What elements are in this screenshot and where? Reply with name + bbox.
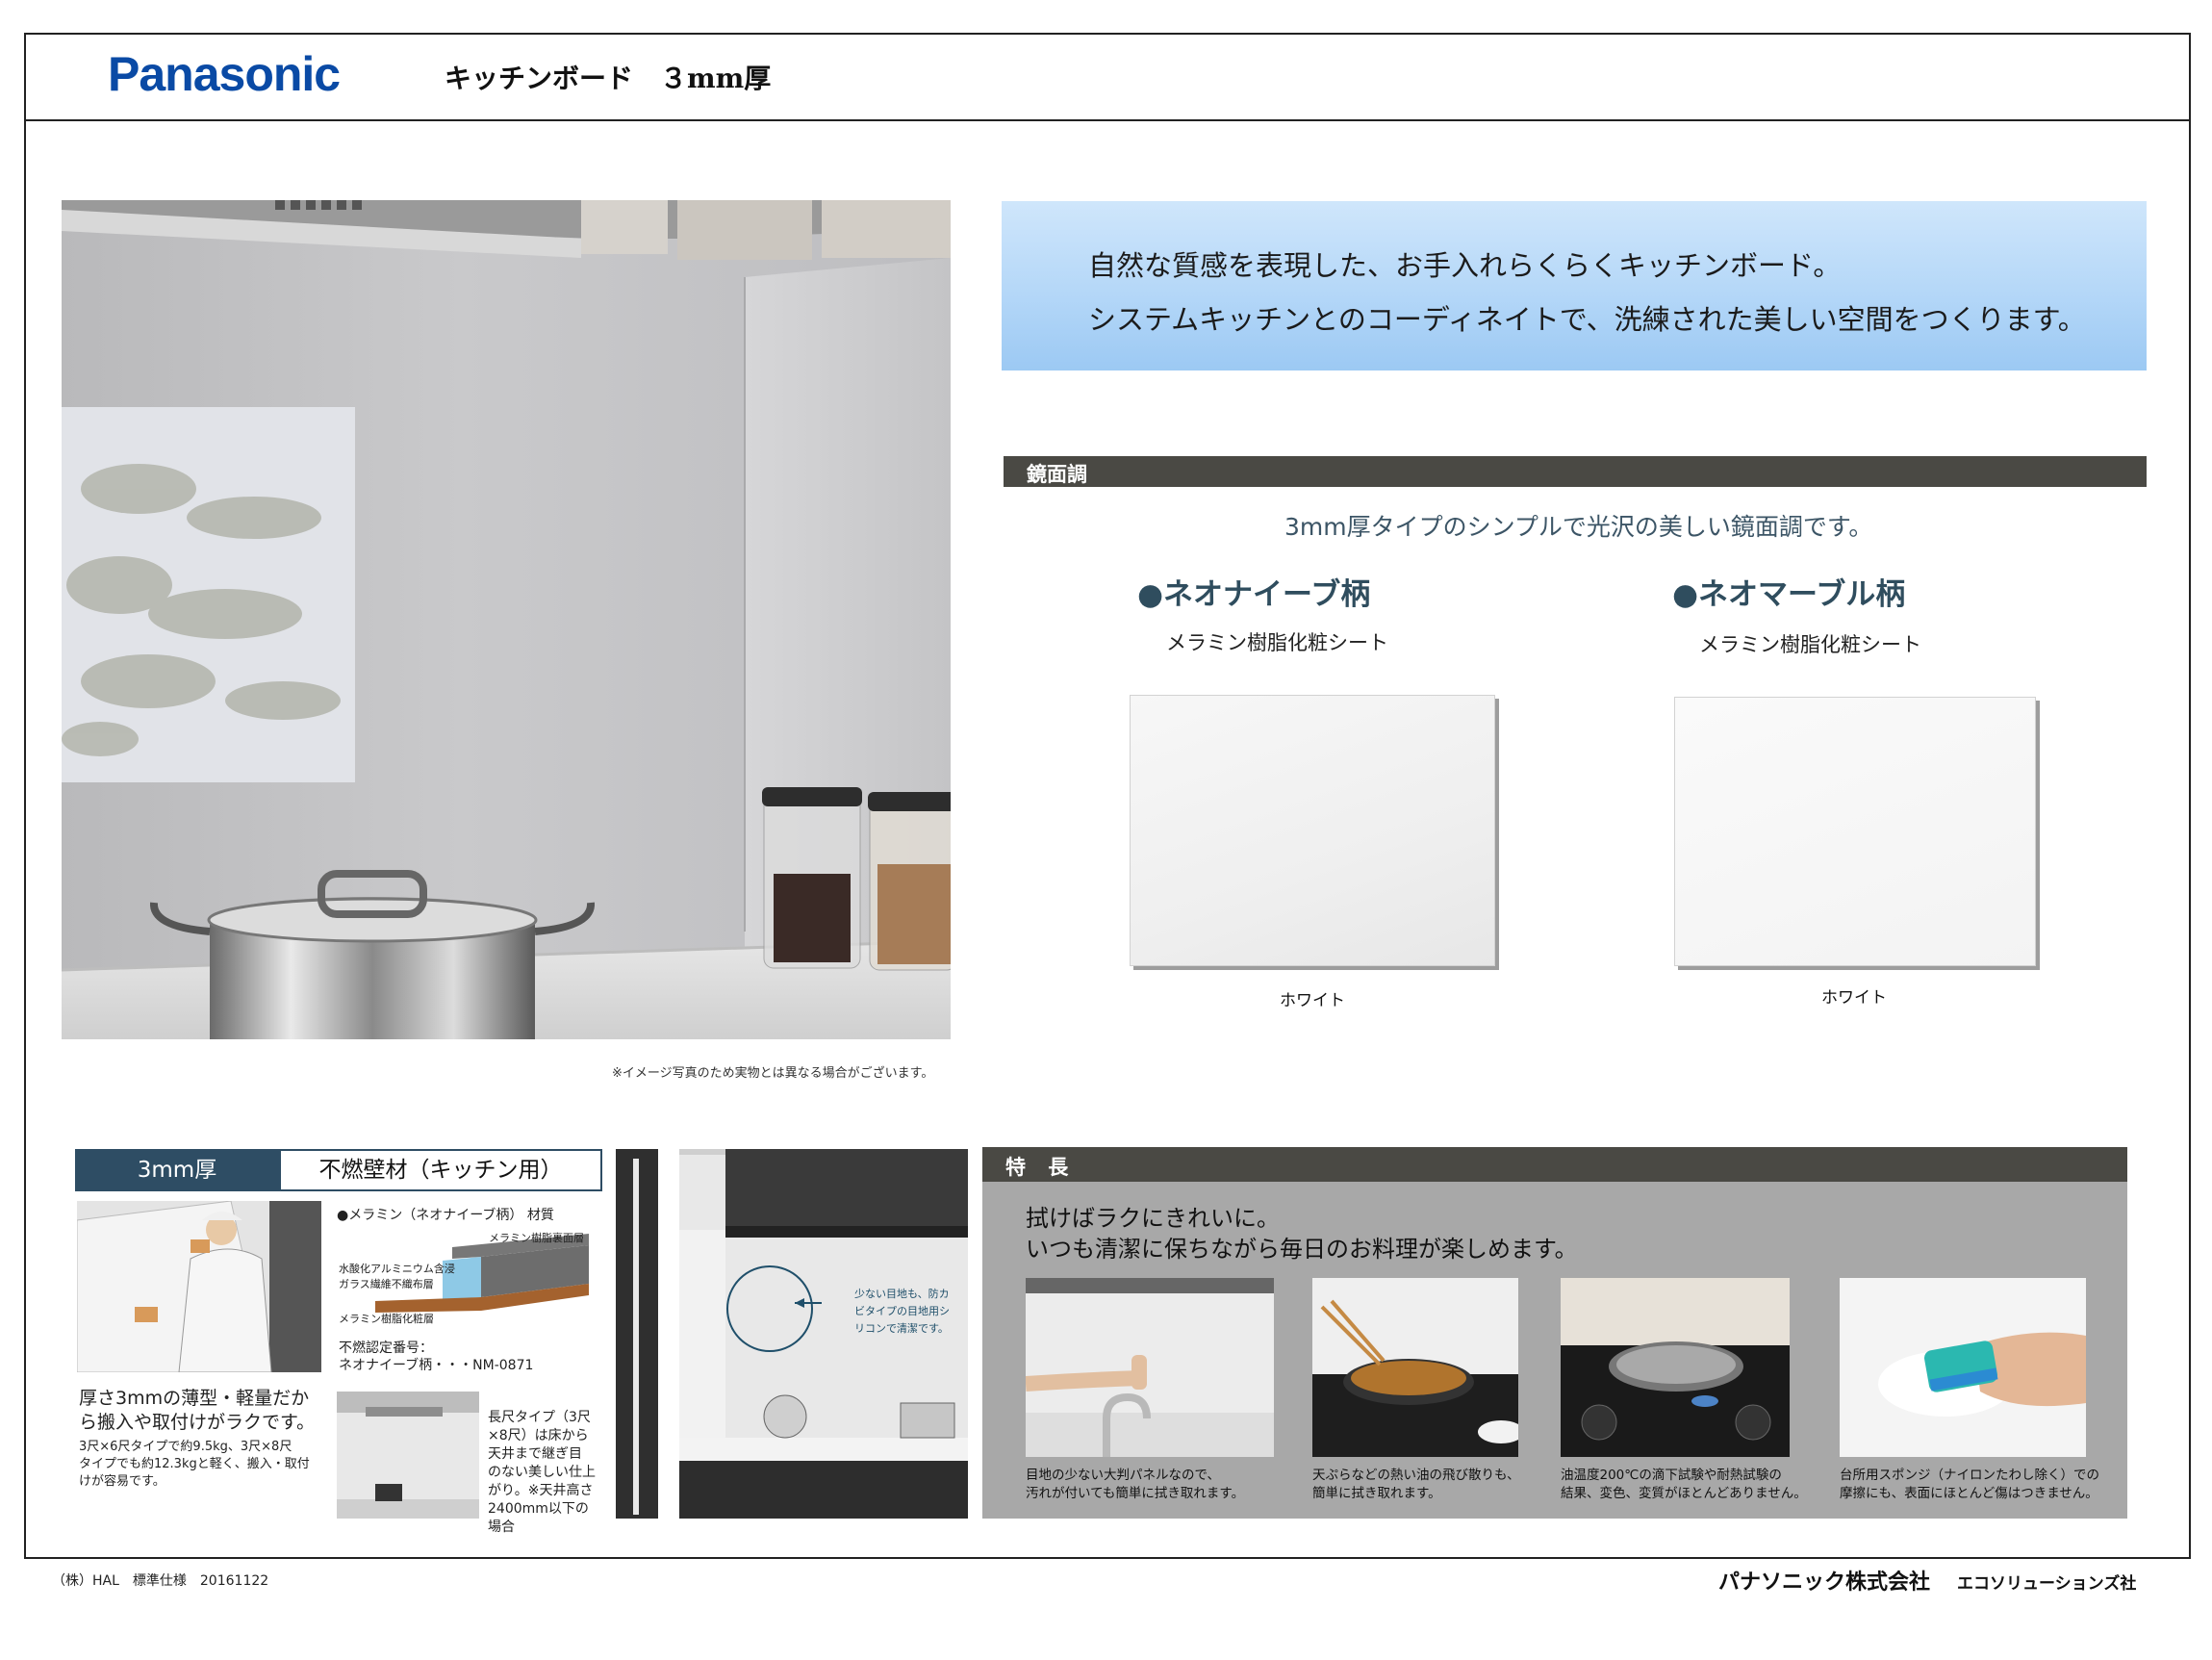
feature-wipe-illustration: [1026, 1278, 1274, 1457]
kitchen-photo-illustration: [62, 200, 951, 1039]
cert-value: ネオナイーブ柄・・・NM-0871: [339, 1358, 534, 1373]
intro-line-1: 自然な質感を表現した、お手入れらくらくキッチンボード。: [1088, 249, 1842, 282]
long-type-text-7: 場合: [488, 1520, 515, 1535]
feature-photo-frying: [1312, 1278, 1518, 1457]
product-material-naive: メラミン樹脂化粧シート: [1166, 631, 1388, 654]
fireproof-tag: 不燃壁材（キッチン用）: [279, 1149, 602, 1191]
lightweight-body-1: 3尺×6尺タイプで約9.5kg、3尺×8尺: [79, 1440, 292, 1454]
swatch-naive-white: [1130, 695, 1495, 966]
header-divider: [24, 119, 2191, 121]
lightweight-body-2: タイプでも約12.3kgと軽く、搬入・取付: [79, 1457, 310, 1471]
feature-caption-4a: 台所用スポンジ（ナイロンたわし除く）での: [1840, 1468, 2099, 1483]
mirror-description: 3mm厚タイプのシンプルで光沢の美しい鏡面調です。: [1284, 513, 1873, 541]
joint-text-2: ビタイプの目地用シ: [854, 1305, 950, 1317]
mirror-section-title: 鏡面調: [1027, 462, 1087, 486]
intro-box: 自然な質感を表現した、お手入れらくらくキッチンボード。 システムキッチンとのコー…: [1002, 201, 2147, 370]
thickness-tag: 3mm厚: [75, 1149, 279, 1191]
panasonic-logo: Panasonic: [108, 47, 341, 101]
swatch-naive-label: ホワイト: [1280, 991, 1345, 1010]
long-type-text-6: 2400mm以下の: [488, 1501, 589, 1517]
document-title: キッチンボード ３mm厚: [445, 63, 772, 94]
feature-caption-2b: 簡単に拭き取れます。: [1312, 1486, 1441, 1501]
product-name-naive: ●ネオナイーブ柄: [1137, 577, 1371, 612]
feature-caption-4b: 摩擦にも、表面にほとんど傷はつきません。: [1840, 1486, 2098, 1501]
feature-photo-stove: [1561, 1278, 1790, 1457]
kitchen-photo: [62, 200, 951, 1039]
product-name-marble: ●ネオマーブル柄: [1672, 577, 1906, 612]
features-header: 特 長: [982, 1147, 2127, 1182]
lightweight-lead-1: 厚さ3mmの薄型・軽量だか: [79, 1388, 310, 1409]
mirror-section-header: 鏡面調: [1004, 456, 2147, 487]
feature-caption-1a: 目地の少ない大判パネルなので、: [1026, 1468, 1220, 1483]
product-material-marble: メラミン樹脂化粧シート: [1699, 633, 1921, 656]
cert-label: 不燃認定番号：: [339, 1341, 433, 1356]
layer-face-label: メラミン樹脂化粧層: [339, 1313, 434, 1325]
feature-sponge-illustration: [1840, 1278, 2086, 1457]
features-lead-1: 拭けばラクにきれいに。: [1026, 1205, 1280, 1232]
lightweight-body-3: けが容易です。: [79, 1474, 165, 1489]
long-panel-photo: [337, 1392, 479, 1519]
feature-caption-3b: 結果、変色、変質がほとんどありません。: [1561, 1486, 1807, 1501]
feature-caption-3a: 油温度200℃の滴下試験や耐熱試験の: [1561, 1468, 1782, 1483]
long-type-text-2: ×8尺）は床から: [488, 1428, 589, 1443]
photo-disclaimer: ※イメージ写真のため実物とは異なる場合がございます。: [612, 1066, 934, 1081]
joint-text-1: 少ない目地も、防カ: [854, 1288, 950, 1300]
footer-division: エコソリューションズ社: [1957, 1574, 2137, 1594]
layer-core-label-1: 水酸化アルミニウム含浸: [339, 1263, 455, 1275]
installation-photo: [77, 1201, 321, 1372]
intro-line-2: システムキッチンとのコーディネイトで、洗練された美しい空間をつくります。: [1088, 303, 2086, 336]
joint-text-3: リコンで清潔です。: [854, 1322, 949, 1335]
footer-company: パナソニック株式会社: [1718, 1571, 1931, 1595]
long-type-text-5: がり。※天井高さ: [488, 1483, 594, 1498]
features-title: 特 長: [1005, 1155, 1077, 1179]
long-panel-illustration: [337, 1392, 479, 1519]
features-lead-2: いつも清潔に保ちながら毎日のお料理が楽しめます。: [1026, 1236, 1578, 1263]
material-heading: ●メラミン（ネオナイーブ柄） 材質: [337, 1208, 554, 1223]
feature-photo-wipe: [1026, 1278, 1274, 1457]
swatch-marble-white: [1674, 697, 2036, 966]
installation-illustration: [77, 1201, 321, 1372]
footer-reference: （株）HAL 標準仕様 20161122: [52, 1573, 269, 1589]
feature-caption-2a: 天ぷらなどの熱い油の飛び散りも、: [1312, 1468, 1520, 1483]
layer-core-label-2: ガラス繊維不織布層: [339, 1278, 434, 1290]
long-type-text-3: 天井まで継ぎ目: [488, 1446, 582, 1462]
swatch-marble-label: ホワイト: [1821, 988, 1887, 1008]
feature-photo-sponge: [1840, 1278, 2086, 1457]
panel-edge-photo: [616, 1149, 658, 1519]
feature-caption-1b: 汚れが付いても簡単に拭き取れます。: [1026, 1486, 1245, 1501]
long-type-text-1: 長尺タイプ（3尺: [488, 1410, 591, 1425]
long-type-text-4: のない美しい仕上: [488, 1465, 596, 1480]
feature-stove-illustration: [1561, 1278, 1790, 1457]
layer-back-label: メラミン樹脂裏面層: [489, 1232, 584, 1244]
feature-frying-illustration: [1312, 1278, 1518, 1457]
lightweight-lead-2: ら搬入や取付けがラクです。: [79, 1412, 316, 1433]
